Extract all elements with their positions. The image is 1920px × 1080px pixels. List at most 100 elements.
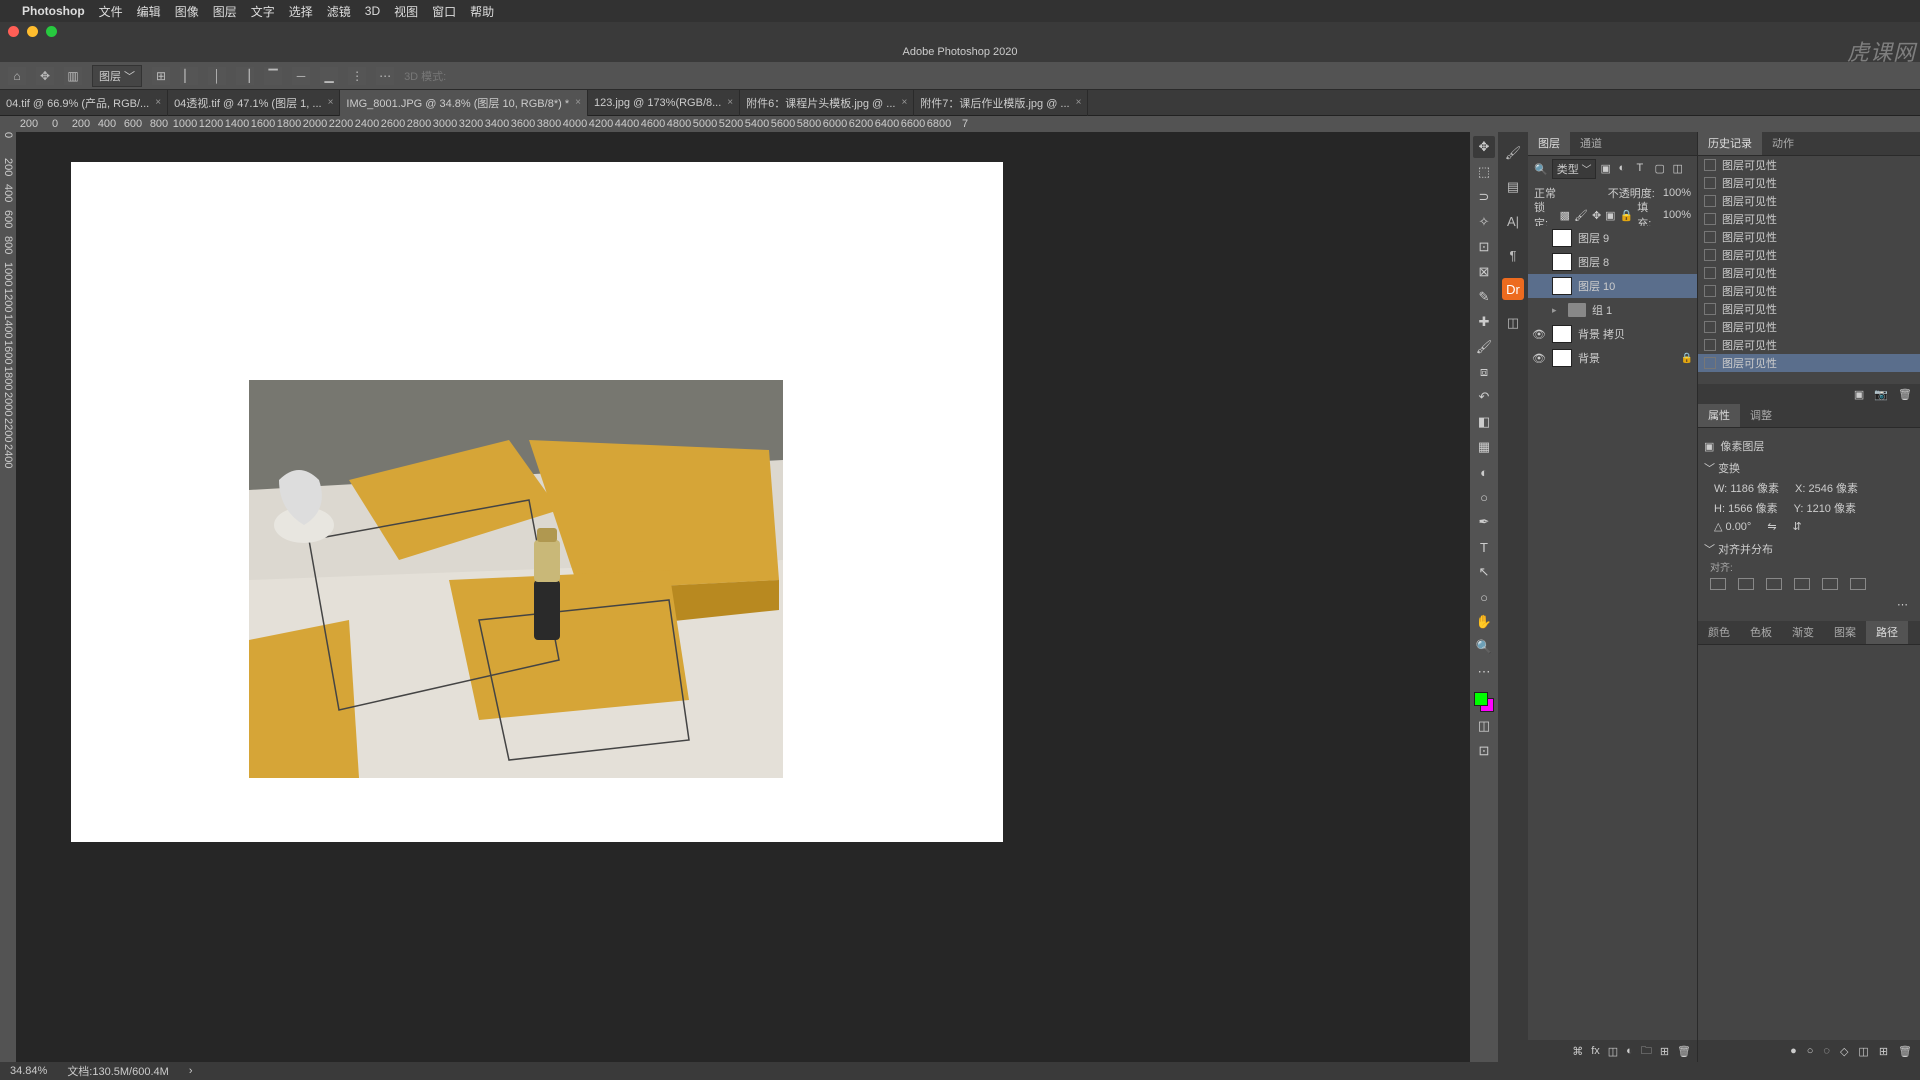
filter-adjustment-icon[interactable]: ◐: [1618, 162, 1632, 176]
filter-pixel-icon[interactable]: ▣: [1600, 162, 1614, 176]
zoom-tool[interactable]: 🔍: [1473, 636, 1495, 658]
align-right-icon[interactable]: ▕: [236, 67, 254, 85]
tab-history[interactable]: 历史记录: [1698, 132, 1762, 155]
align-top-icon[interactable]: ▔: [264, 67, 282, 85]
align-left-button[interactable]: [1710, 578, 1726, 590]
foreground-color[interactable]: [1474, 692, 1488, 706]
layer-thumbnail[interactable]: [1552, 229, 1572, 247]
document-tab[interactable]: IMG_8001.JPG @ 34.8% (图层 10, RGB/8*) *×: [340, 90, 588, 116]
history-item[interactable]: 图层可见性: [1698, 264, 1920, 282]
gradient-tool[interactable]: ▦: [1473, 436, 1495, 458]
app-name[interactable]: Photoshop: [22, 4, 85, 18]
dock-brush-settings-icon[interactable]: ▤: [1502, 176, 1524, 198]
layer-fx-icon[interactable]: fx: [1591, 1045, 1600, 1057]
height-value[interactable]: 1566 像素: [1728, 503, 1778, 515]
ruler-horizontal[interactable]: 2000200400600800100012001400160018002000…: [0, 116, 1920, 132]
close-tab-icon[interactable]: ×: [155, 97, 161, 108]
document-tab[interactable]: 附件6：课程片头模板.jpg @ ...×: [740, 90, 914, 116]
tab-swatches[interactable]: 色板: [1740, 621, 1782, 644]
move-tool-indicator-icon[interactable]: ✥: [36, 67, 54, 85]
maximize-window-button[interactable]: [46, 26, 57, 37]
dodge-tool[interactable]: ○: [1473, 486, 1495, 508]
create-document-from-state-icon[interactable]: ▣: [1854, 388, 1864, 401]
zoom-level[interactable]: 34.84%: [10, 1065, 47, 1077]
brush-tool[interactable]: 🖌: [1473, 336, 1495, 358]
hand-tool[interactable]: ✋: [1473, 611, 1495, 633]
flip-v-icon[interactable]: ⇵: [1793, 520, 1802, 533]
canvas-area[interactable]: [16, 132, 1470, 1062]
lock-artboard-icon[interactable]: ▣: [1605, 209, 1615, 222]
close-tab-icon[interactable]: ×: [727, 97, 733, 108]
expand-group-icon[interactable]: ▸: [1552, 305, 1562, 316]
opacity-value[interactable]: 100%: [1663, 187, 1691, 199]
path-selection-tool[interactable]: ↖: [1473, 561, 1495, 583]
document-tab[interactable]: 04透视.tif @ 47.1% (图层 1, ...×: [168, 90, 340, 116]
menu-edit[interactable]: 编辑: [137, 3, 161, 20]
make-workpath-icon[interactable]: ◇: [1840, 1045, 1848, 1058]
history-item[interactable]: 图层可见性: [1698, 228, 1920, 246]
lock-position-icon[interactable]: ✥: [1592, 209, 1601, 222]
clone-stamp-tool[interactable]: ⧈: [1473, 361, 1495, 383]
transform-section[interactable]: ﹀ 变换: [1704, 460, 1914, 476]
layer-row[interactable]: 👁背景 拷贝: [1528, 322, 1697, 346]
angle-value[interactable]: 0.00°: [1726, 521, 1752, 533]
history-item[interactable]: 图层可见性: [1698, 192, 1920, 210]
history-item[interactable]: 图层可见性: [1698, 174, 1920, 192]
new-adjustment-icon[interactable]: ◐: [1626, 1045, 1633, 1057]
align-top-button[interactable]: [1794, 578, 1810, 590]
align-middle-v-button[interactable]: [1822, 578, 1838, 590]
blur-tool[interactable]: ◐: [1473, 461, 1495, 483]
menu-3d[interactable]: 3D: [365, 4, 380, 18]
history-item[interactable]: 图层可见性: [1698, 354, 1920, 372]
layer-name[interactable]: 背景 拷贝: [1578, 326, 1625, 342]
type-tool[interactable]: T: [1473, 536, 1495, 558]
tab-gradients[interactable]: 渐变: [1782, 621, 1824, 644]
layer-thumbnail[interactable]: [1552, 253, 1572, 271]
path-to-selection-icon[interactable]: ◌: [1823, 1045, 1830, 1057]
layer-name[interactable]: 图层 8: [1578, 254, 1609, 270]
delete-layer-icon[interactable]: 🗑: [1677, 1045, 1691, 1058]
layer-row[interactable]: 图层 8: [1528, 250, 1697, 274]
layer-row[interactable]: 👁背景🔒: [1528, 346, 1697, 370]
status-chevron-icon[interactable]: ›: [189, 1065, 193, 1077]
filter-smartobject-icon[interactable]: ◫: [1672, 162, 1686, 176]
history-item[interactable]: 图层可见性: [1698, 246, 1920, 264]
color-swatches[interactable]: [1474, 692, 1494, 712]
visibility-toggle[interactable]: 👁: [1532, 352, 1546, 365]
minimize-window-button[interactable]: [27, 26, 38, 37]
fill-path-icon[interactable]: ●: [1790, 1045, 1797, 1057]
more-options-icon[interactable]: ⋯: [376, 67, 394, 85]
quick-mask-icon[interactable]: ◫: [1473, 715, 1495, 737]
history-item[interactable]: 图层可见性: [1698, 318, 1920, 336]
history-item[interactable]: 图层可见性: [1698, 156, 1920, 174]
tab-adjustments[interactable]: 调整: [1740, 404, 1782, 427]
move-tool[interactable]: ✥: [1473, 136, 1495, 158]
menu-layer[interactable]: 图层: [213, 3, 237, 20]
delete-state-icon[interactable]: 🗑: [1898, 388, 1912, 401]
more-align-icon[interactable]: ⋯: [1897, 599, 1908, 611]
edit-toolbar-icon[interactable]: ⋯: [1473, 661, 1495, 683]
autoselect-dropdown[interactable]: 图层 ﹀: [92, 65, 142, 87]
filter-shape-icon[interactable]: ▢: [1654, 162, 1668, 176]
new-layer-icon[interactable]: ⊞: [1660, 1045, 1669, 1058]
history-item[interactable]: 图层可见性: [1698, 282, 1920, 300]
x-value[interactable]: 2546 像素: [1809, 483, 1859, 495]
snapshot-icon[interactable]: 📷: [1874, 388, 1888, 401]
marquee-tool[interactable]: ⬚: [1473, 161, 1495, 183]
layer-name[interactable]: 组 1: [1592, 302, 1612, 318]
menu-window[interactable]: 窗口: [432, 3, 456, 20]
history-brush-tool[interactable]: ↶: [1473, 386, 1495, 408]
align-center-h-button[interactable]: [1738, 578, 1754, 590]
dock-info-icon[interactable]: ◫: [1502, 312, 1524, 334]
align-left-icon[interactable]: ▏: [180, 67, 198, 85]
lock-all-icon[interactable]: 🔒: [1620, 209, 1634, 222]
frame-tool[interactable]: ⊠: [1473, 261, 1495, 283]
close-tab-icon[interactable]: ×: [901, 97, 907, 108]
flip-h-icon[interactable]: ⇋: [1767, 520, 1776, 533]
layer-thumbnail[interactable]: [1552, 277, 1572, 295]
distribute-icon[interactable]: ⋮: [348, 67, 366, 85]
stroke-path-icon[interactable]: ○: [1807, 1045, 1814, 1057]
menu-type[interactable]: 文字: [251, 3, 275, 20]
healing-brush-tool[interactable]: ✚: [1473, 311, 1495, 333]
dock-character-icon[interactable]: A|: [1502, 210, 1524, 232]
